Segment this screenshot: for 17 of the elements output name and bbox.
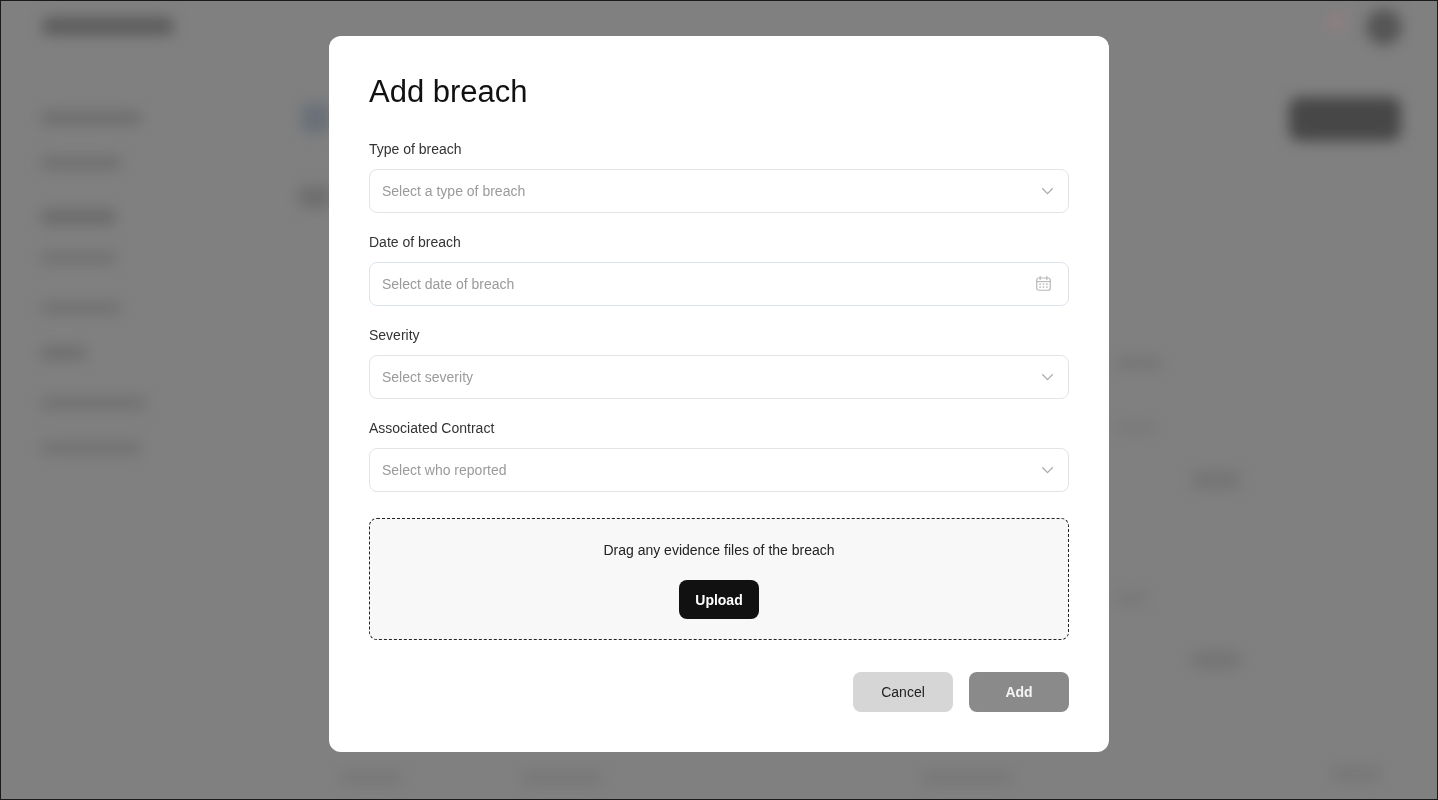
select-field[interactable]: Select who reported [369,448,1069,492]
field-label: Date of breach [369,233,461,251]
drop-zone-text: Drag any evidence files of the breach [603,541,835,559]
field-label: Severity [369,326,420,344]
cancel-button[interactable]: Cancel [853,672,953,712]
upload-button[interactable]: Upload [679,580,759,619]
field-label: Associated Contract [369,419,495,437]
chevron-down-icon [1042,374,1053,381]
field-label: Type of breach [369,140,462,158]
dialog-title: Add breach [369,74,528,110]
date-field[interactable]: Select date of breach [369,262,1069,306]
select-field[interactable]: Select a type of breach [369,169,1069,213]
chevron-down-icon [1042,188,1053,195]
chevron-down-icon [1042,467,1053,474]
file-drop-zone[interactable]: Drag any evidence files of the breach Upload [369,518,1069,640]
calendar-icon [1036,276,1051,291]
select-field[interactable]: Select severity [369,355,1069,399]
